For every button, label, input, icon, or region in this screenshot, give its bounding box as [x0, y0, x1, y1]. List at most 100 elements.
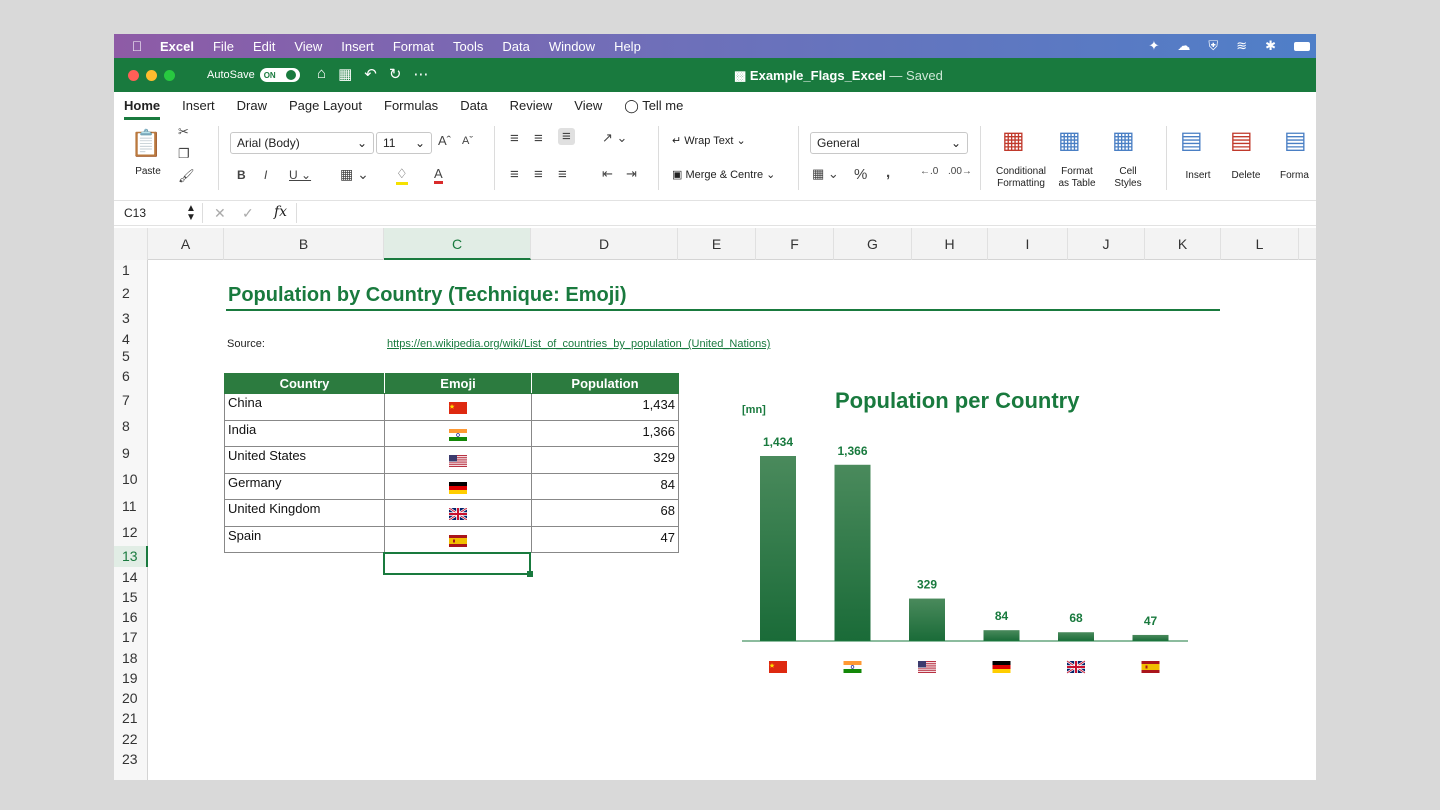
population-cell[interactable]: 329	[531, 446, 679, 474]
country-cell[interactable]: Spain	[224, 525, 385, 553]
insert-cells-icon[interactable]: ▤	[1180, 126, 1203, 155]
increase-indent-icon[interactable]: ⇥	[626, 166, 637, 182]
bold-button[interactable]: B	[237, 168, 246, 182]
cell-styles-icon[interactable]: ▦	[1112, 126, 1135, 155]
country-cell[interactable]: United Kingdom	[224, 499, 385, 527]
country-cell[interactable]: United States	[224, 446, 385, 474]
borders-icon[interactable]: ▦ ⌄	[340, 166, 369, 183]
emoji-cell[interactable]	[384, 472, 532, 500]
header-emoji[interactable]: Emoji	[384, 373, 532, 394]
more-icon[interactable]: ⋯	[413, 65, 428, 83]
emoji-cell[interactable]	[384, 446, 532, 474]
tab-home[interactable]: Home	[124, 92, 161, 120]
chart-bar[interactable]	[1132, 634, 1169, 641]
emoji-cell[interactable]	[384, 419, 532, 447]
chart-bar[interactable]	[834, 464, 871, 641]
redo-icon[interactable]: ↻	[389, 65, 402, 83]
orientation-icon[interactable]: ↗ ⌄	[602, 130, 627, 146]
tab-draw[interactable]: Draw	[237, 92, 267, 120]
save-icon[interactable]: ▦	[338, 65, 352, 83]
font-size-select[interactable]: 11 ⌄	[376, 132, 432, 154]
align-top-icon[interactable]: ≡	[510, 130, 519, 147]
tools-icon[interactable]: ✦	[1149, 38, 1160, 54]
header-country[interactable]: Country	[224, 373, 385, 394]
name-box[interactable]: C13	[124, 206, 146, 220]
sheet-title[interactable]: Population by Country (Technique: Emoji)	[228, 284, 627, 307]
country-cell[interactable]: China	[224, 393, 385, 421]
menu-help[interactable]: Help	[614, 39, 641, 54]
delete-cells-icon[interactable]: ▤	[1230, 126, 1253, 155]
population-cell[interactable]: 68	[531, 499, 679, 527]
align-center-icon[interactable]: ≡	[534, 166, 543, 183]
shield-icon[interactable]: ⛨	[1208, 38, 1218, 54]
menu-edit[interactable]: Edit	[253, 39, 275, 54]
copy-icon[interactable]: ❐	[178, 146, 190, 162]
menu-window[interactable]: Window	[549, 39, 595, 54]
align-bottom-icon[interactable]: ≡	[558, 128, 575, 145]
font-color-icon[interactable]: A	[434, 166, 443, 184]
increase-decimal-icon[interactable]: ←.0	[920, 166, 938, 177]
merge-centre-button[interactable]: ▣ Merge & Centre ⌄	[672, 168, 775, 181]
format-cells-icon[interactable]: ▤	[1284, 126, 1307, 155]
chart-bar[interactable]	[1058, 632, 1094, 641]
fill-handle[interactable]	[527, 571, 533, 577]
tab-insert[interactable]: Insert	[182, 92, 215, 120]
selected-cell[interactable]	[383, 552, 533, 577]
source-label[interactable]: Source:	[227, 338, 265, 350]
emoji-cell[interactable]	[384, 393, 532, 421]
home-icon[interactable]: ⌂	[317, 65, 326, 83]
population-cell[interactable]: 1,434	[531, 393, 679, 421]
decrease-font-icon[interactable]: Aˇ	[462, 135, 473, 147]
tab-page-layout[interactable]: Page Layout	[289, 92, 362, 120]
cut-icon[interactable]: ✂	[178, 124, 189, 140]
cancel-icon[interactable]: ✕	[214, 205, 226, 222]
population-cell[interactable]: 1,366	[531, 419, 679, 447]
population-cell[interactable]: 84	[531, 472, 679, 500]
chart-bar[interactable]	[760, 456, 796, 641]
emoji-cell[interactable]	[384, 499, 532, 527]
country-cell[interactable]: Germany	[224, 472, 385, 500]
font-name-select[interactable]: Arial (Body) ⌄	[230, 132, 374, 154]
tab-view[interactable]: View	[574, 92, 602, 120]
align-middle-icon[interactable]: ≡	[534, 130, 543, 147]
increase-font-icon[interactable]: Aˆ	[438, 133, 451, 148]
tab-data[interactable]: Data	[460, 92, 487, 120]
cloud-icon[interactable]: ☁	[1177, 38, 1190, 54]
close-window-button[interactable]	[128, 70, 139, 81]
italic-button[interactable]: I	[264, 168, 267, 182]
wrap-text-button[interactable]: ↵ Wrap Text ⌄	[672, 134, 746, 147]
tell-me[interactable]: ◯ Tell me	[624, 92, 683, 120]
undo-icon[interactable]: ↶	[364, 65, 377, 83]
country-cell[interactable]: India	[224, 419, 385, 447]
chart-unit-label[interactable]: [mn]	[742, 404, 766, 416]
menu-tools[interactable]: Tools	[453, 39, 483, 54]
align-left-icon[interactable]: ≡	[510, 166, 519, 183]
fill-color-icon[interactable]: ♢	[396, 166, 408, 185]
percent-icon[interactable]: %	[854, 166, 867, 183]
apple-icon[interactable]: 	[114, 38, 160, 54]
tab-review[interactable]: Review	[510, 92, 553, 120]
chart-bar[interactable]	[983, 630, 1020, 641]
source-link[interactable]: https://en.wikipedia.org/wiki/List_of_co…	[387, 338, 770, 350]
insert-function-button[interactable]: fx	[274, 204, 287, 220]
minimize-window-button[interactable]	[146, 70, 157, 81]
menu-insert[interactable]: Insert	[341, 39, 374, 54]
tab-formulas[interactable]: Formulas	[384, 92, 438, 120]
zoom-window-button[interactable]	[164, 70, 175, 81]
population-bar-chart[interactable]: 1,434 1,366 329 84 68 47	[734, 418, 1194, 678]
emoji-cell[interactable]	[384, 525, 532, 553]
bluetooth-icon[interactable]: ✱	[1265, 38, 1276, 54]
enter-icon[interactable]: ✓	[242, 205, 254, 222]
decrease-indent-icon[interactable]: ⇤	[602, 166, 613, 182]
paste-icon[interactable]: 📋	[130, 128, 162, 159]
menu-file[interactable]: File	[213, 39, 234, 54]
autosave-toggle[interactable]: ON	[259, 68, 300, 82]
decrease-decimal-icon[interactable]: .00→	[948, 166, 972, 177]
align-right-icon[interactable]: ≡	[558, 166, 567, 183]
comma-icon[interactable]: ,	[886, 164, 890, 181]
wifi-off-icon[interactable]: ≋	[1236, 38, 1247, 54]
menu-app-name[interactable]: Excel	[160, 39, 194, 54]
chart-bar[interactable]	[909, 598, 945, 641]
menu-view[interactable]: View	[294, 39, 322, 54]
chart-title[interactable]: Population per Country	[835, 388, 1079, 414]
